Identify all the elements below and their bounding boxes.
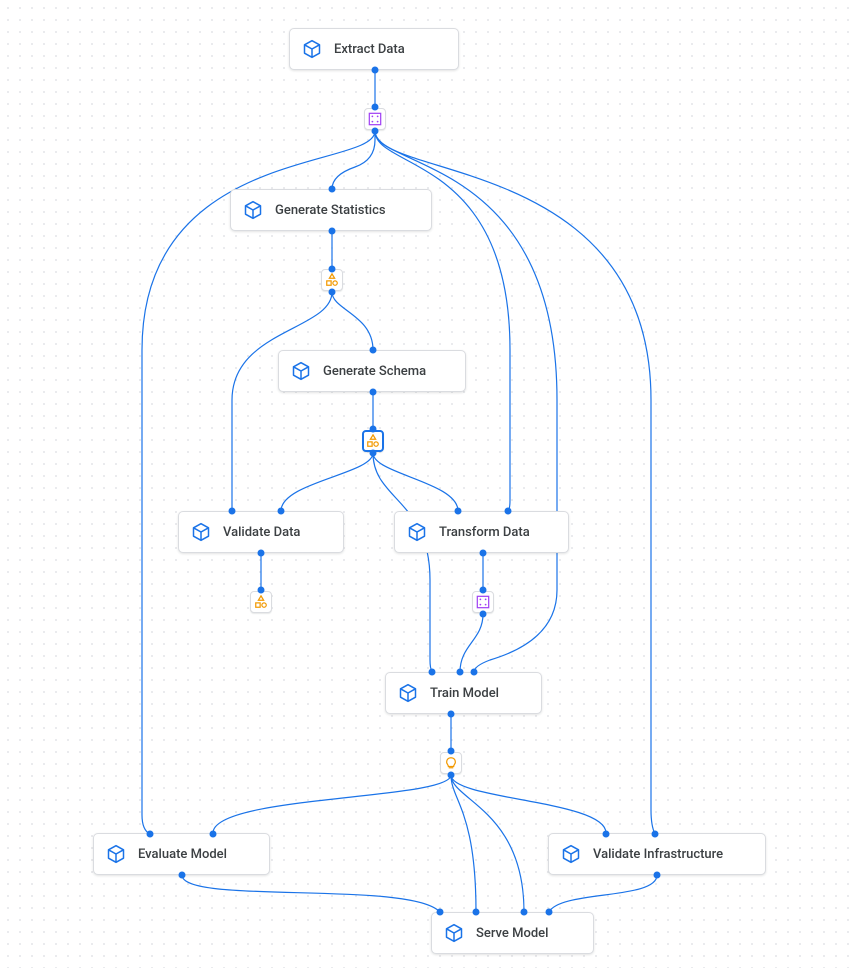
grid-icon <box>476 595 490 609</box>
artifact-junction-stats[interactable] <box>321 269 343 291</box>
cube-icon <box>398 683 418 703</box>
cube-icon <box>291 361 311 381</box>
edge <box>451 775 524 912</box>
node-serve-model[interactable]: Serve Model <box>431 912 594 954</box>
cube-icon <box>243 200 263 220</box>
node-label: Validate Data <box>223 525 300 540</box>
node-validate-data[interactable]: Validate Data <box>178 511 344 553</box>
node-label: Generate Schema <box>323 364 426 379</box>
node-label: Train Model <box>430 686 499 701</box>
artifact-junction-train[interactable] <box>440 752 462 774</box>
node-validate-infrastructure[interactable]: Validate Infrastructure <box>548 833 766 875</box>
shapes-icon <box>366 434 380 448</box>
edge <box>213 775 451 833</box>
cube-icon <box>302 39 322 59</box>
edge <box>332 131 375 189</box>
shapes-icon <box>254 595 268 609</box>
edge <box>549 875 657 912</box>
node-evaluate-model[interactable]: Evaluate Model <box>93 833 270 875</box>
edge <box>182 875 440 912</box>
node-generate-schema[interactable]: Generate Schema <box>278 350 466 392</box>
shapes-icon <box>325 273 339 287</box>
artifact-junction-transform[interactable] <box>472 591 494 613</box>
node-label: Serve Model <box>476 926 548 941</box>
artifact-junction-validate[interactable] <box>250 591 272 613</box>
edge <box>451 775 606 833</box>
node-label: Extract Data <box>334 42 405 57</box>
cube-icon <box>561 844 581 864</box>
node-label: Transform Data <box>439 525 530 540</box>
node-extract-data[interactable]: Extract Data <box>289 28 459 70</box>
edge <box>460 614 483 672</box>
edge <box>375 131 510 511</box>
edge <box>281 453 373 511</box>
grid-icon <box>368 112 382 126</box>
pipeline-canvas[interactable]: { "layout": { "width": 854, "height": 96… <box>0 0 854 968</box>
node-train-model[interactable]: Train Model <box>385 672 542 714</box>
edge <box>373 453 432 672</box>
edge <box>232 292 332 511</box>
node-label: Validate Infrastructure <box>593 847 723 862</box>
artifact-junction-schema[interactable] <box>362 430 384 452</box>
node-label: Generate Statistics <box>275 203 386 218</box>
edge <box>451 775 476 912</box>
edge <box>332 292 373 350</box>
bulb-icon <box>444 756 458 770</box>
cube-icon <box>191 522 211 542</box>
node-label: Evaluate Model <box>138 847 227 862</box>
cube-icon <box>407 522 427 542</box>
cube-icon <box>106 844 126 864</box>
edge <box>375 131 655 834</box>
edge <box>142 131 375 834</box>
artifact-junction-extract[interactable] <box>364 108 386 130</box>
cube-icon <box>444 923 464 943</box>
edge <box>373 453 458 511</box>
edge-layer <box>0 0 854 968</box>
node-transform-data[interactable]: Transform Data <box>394 511 569 553</box>
node-generate-statistics[interactable]: Generate Statistics <box>230 189 432 231</box>
